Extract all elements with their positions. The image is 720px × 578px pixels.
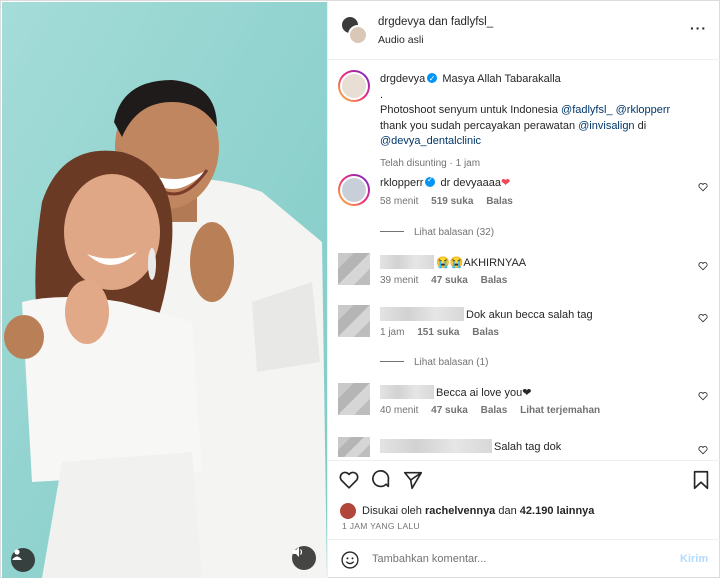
reply-button[interactable]: Balas: [481, 405, 508, 416]
caption-text: thank you sudah percayakan perawatan: [380, 119, 576, 132]
more-icon[interactable]: ···: [690, 20, 707, 36]
like-comment-icon[interactable]: [698, 182, 708, 192]
post-dialog: drgdevya dan fadlyfsl_ Audio asli ··· dr…: [0, 0, 720, 578]
audio-link[interactable]: Audio asli: [378, 34, 424, 46]
avatar[interactable]: [338, 305, 370, 337]
username-link[interactable]: drgdevya: [380, 73, 425, 85]
username-link[interactable]: fadlyfsl_: [451, 16, 493, 28]
comment-text: Becca ai love you: [436, 387, 523, 399]
comment-time[interactable]: 58 menit: [380, 196, 418, 207]
like-comment-icon[interactable]: [698, 391, 708, 401]
avatar: [348, 25, 368, 45]
comment-icon[interactable]: [370, 469, 392, 491]
redacted-username: [380, 307, 464, 321]
user-icon: [12, 549, 22, 560]
verified-icon: [427, 71, 438, 87]
likes-mid: dan: [498, 505, 517, 517]
post-sidebar: drgdevya dan fadlyfsl_ Audio asli ··· dr…: [327, 2, 720, 578]
username-link[interactable]: rklopperr: [380, 177, 423, 189]
share-icon[interactable]: [402, 469, 424, 491]
caption-text: di: [637, 119, 647, 132]
post-comment-button[interactable]: Kirim: [680, 553, 708, 565]
mention-link[interactable]: @invisalign: [578, 120, 634, 132]
add-comment-bar: Tambahkan komentar... Kirim: [328, 539, 720, 578]
verified-icon: [425, 175, 436, 187]
redacted-username: [380, 255, 434, 269]
likes-prefix: Disukai oleh: [362, 505, 422, 517]
caption-text: Photoshoot senyum untuk Indonesia: [380, 104, 558, 116]
like-icon[interactable]: [338, 469, 360, 491]
like-comment-icon[interactable]: [698, 445, 708, 455]
comment-time[interactable]: 39 menit: [380, 275, 418, 286]
caption-text: Masya Allah Tabarakalla: [442, 73, 561, 85]
translate-button[interactable]: Lihat terjemahan: [520, 405, 600, 416]
comment-likes[interactable]: 47 suka: [431, 405, 468, 416]
avatar[interactable]: [338, 437, 370, 457]
photo-illustration: [2, 2, 327, 578]
comment-text: Dok akun becca salah tag: [466, 309, 593, 321]
post-actions: Disukai oleh rachelvennya dan 42.190 lai…: [328, 460, 720, 578]
avatar[interactable]: [338, 70, 370, 102]
speaker-icon: [293, 547, 303, 557]
like-comment-icon[interactable]: [698, 261, 708, 271]
comment-time[interactable]: 1 jam: [380, 327, 404, 338]
comment-text: Salah tag dok: [494, 441, 562, 453]
username-link[interactable]: drgdevya: [378, 16, 425, 28]
username-link[interactable]: rachelvennya: [425, 505, 495, 517]
avatar[interactable]: [338, 383, 370, 415]
view-replies-button[interactable]: Lihat balasan (32): [380, 227, 494, 238]
caption-text: .: [380, 88, 384, 101]
reply-button[interactable]: Balas: [472, 327, 499, 338]
redacted-username: [380, 439, 492, 453]
black-heart-emoji-icon: ❤: [522, 387, 532, 399]
comment-time[interactable]: 40 menit: [380, 405, 418, 416]
view-replies-button[interactable]: Lihat balasan (1): [380, 357, 489, 368]
emoji-icon[interactable]: [340, 550, 360, 570]
heart-emoji-icon: ❤: [501, 177, 511, 189]
comment-text: 😭😭AKHIRNYAA: [436, 257, 527, 269]
reply-button[interactable]: Balas: [481, 275, 508, 286]
comment-likes[interactable]: 151 suka: [417, 327, 459, 338]
post-timestamp[interactable]: 1 JAM YANG LALU: [342, 521, 420, 531]
collab-avatars[interactable]: [340, 15, 368, 45]
comment-text: dr devyaaaa: [440, 177, 502, 189]
comment-likes[interactable]: 47 suka: [431, 275, 468, 286]
redacted-username: [380, 385, 434, 399]
bookmark-icon[interactable]: [690, 469, 712, 491]
mute-button[interactable]: [292, 546, 316, 570]
likes-summary[interactable]: Disukai oleh rachelvennya dan 42.190 lai…: [340, 503, 594, 519]
post-header: drgdevya dan fadlyfsl_ Audio asli ···: [328, 2, 720, 60]
caption-meta: Telah disunting · 1 jam: [380, 157, 481, 169]
comment-likes[interactable]: 519 suka: [431, 196, 473, 207]
avatar: [340, 503, 356, 519]
likes-count[interactable]: 42.190: [520, 505, 554, 517]
comments-list[interactable]: drgdevya Masya Allah Tabarakalla . Photo…: [328, 60, 720, 460]
reply-button[interactable]: Balas: [486, 196, 513, 207]
avatar[interactable]: [338, 253, 370, 285]
mention-link[interactable]: @devya_dentalclinic: [380, 135, 481, 147]
likes-suffix[interactable]: lainnya: [557, 505, 595, 517]
tagged-users-button[interactable]: [11, 548, 35, 572]
avatar[interactable]: [338, 174, 370, 206]
comment-input[interactable]: Tambahkan komentar...: [372, 553, 486, 565]
collab-usernames: drgdevya dan fadlyfsl_: [378, 16, 493, 28]
mention-link[interactable]: @rklopperr: [616, 104, 671, 116]
post-photo[interactable]: [2, 2, 327, 578]
joiner-text: dan: [428, 16, 448, 28]
like-comment-icon[interactable]: [698, 313, 708, 323]
mention-link[interactable]: @fadlyfsl_: [561, 104, 613, 116]
